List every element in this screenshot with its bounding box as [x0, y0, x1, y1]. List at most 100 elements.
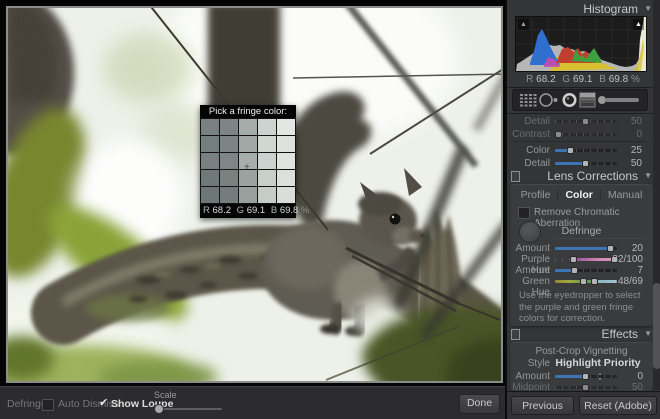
slider-row-detail-nr: Detail 50	[507, 158, 660, 168]
effects-panel-solo-icon[interactable]	[511, 329, 520, 340]
loupe-swatch[interactable]	[220, 136, 238, 152]
tab-profile[interactable]: Profile	[521, 189, 551, 201]
loupe-swatch[interactable]	[277, 153, 295, 169]
histogram-rgb-readout: R 68.2 G 69.1 B 69.8 %	[515, 74, 647, 85]
style-label: Style	[510, 358, 550, 369]
loupe-swatch[interactable]	[239, 119, 257, 135]
loupe-swatch[interactable]	[277, 187, 295, 203]
loupe-swatch[interactable]	[220, 187, 238, 203]
loupe-swatch[interactable]	[239, 170, 257, 186]
loupe-swatch[interactable]	[201, 153, 219, 169]
histogram-collapse-icon[interactable]: ▼	[644, 4, 652, 13]
previous-button[interactable]: Previous	[511, 396, 574, 415]
slider-knob[interactable]	[580, 278, 587, 285]
show-loupe-check-icon[interactable]: ✔	[99, 396, 108, 409]
tab-manual[interactable]: Manual	[608, 189, 642, 201]
loupe-swatch[interactable]	[258, 119, 276, 135]
tab-color[interactable]: Color	[565, 189, 592, 201]
panel-footer: Previous Reset (Adobe)	[507, 391, 660, 419]
slider-row-vignette-amount: Amount 0	[510, 371, 653, 381]
red-eye-icon[interactable]	[561, 92, 578, 108]
scale-slider-knob[interactable]	[154, 404, 164, 414]
defringe-label: Defringe	[510, 225, 653, 237]
slider-row-detail-sharpen: Detail 50	[507, 116, 660, 126]
slider-knob[interactable]	[607, 245, 614, 252]
slider-row-defringe-amount: Amount 20	[510, 243, 653, 253]
loupe-swatch[interactable]	[277, 119, 295, 135]
vignette-midpoint-slider[interactable]	[555, 386, 617, 389]
color-nr-slider[interactable]	[555, 149, 617, 152]
loupe-swatch[interactable]	[277, 136, 295, 152]
tool-strip	[512, 89, 648, 111]
loupe-rgb-readout: R 68.2 G 69.1 B 69.8 %	[200, 204, 296, 218]
loupe-swatch[interactable]	[220, 119, 238, 135]
detail-nr-slider[interactable]	[555, 162, 617, 165]
shadow-clipping-icon[interactable]: ▲	[518, 19, 529, 30]
loupe-swatch[interactable]	[220, 153, 238, 169]
loupe-swatch[interactable]	[201, 136, 219, 152]
scale-slider[interactable]	[156, 408, 222, 410]
slider-knob[interactable]	[582, 373, 589, 380]
reset-button[interactable]: Reset (Adobe)	[579, 396, 657, 415]
loupe-swatch[interactable]	[239, 136, 257, 152]
detail-sharpen-slider[interactable]	[555, 120, 617, 123]
post-crop-vignetting-label: Post-Crop Vignetting	[510, 346, 653, 357]
slider-row-green-hue: Green Hue 48/69	[510, 276, 653, 286]
loupe-swatch[interactable]	[277, 170, 295, 186]
lens-tabs: Profile Color Manual	[510, 188, 653, 201]
panel-scrollbar-thumb[interactable]	[653, 283, 660, 369]
contrast-slider[interactable]	[555, 133, 617, 136]
scale-label: Scale	[154, 390, 177, 400]
green-amount-slider[interactable]	[555, 269, 617, 272]
purple-hue-slider[interactable]	[555, 258, 617, 261]
effects-collapse-icon[interactable]: ▼	[644, 329, 652, 338]
defringe-help-text: Use the eyedropper to select the purple …	[519, 290, 647, 325]
highlight-clipping-icon[interactable]: ▲	[633, 19, 644, 30]
loupe-swatch[interactable]	[201, 170, 219, 186]
lens-corrections-header[interactable]: Lens Corrections	[547, 169, 638, 183]
slider-knob[interactable]	[567, 147, 574, 154]
adjustment-brush-icon[interactable]	[597, 93, 641, 107]
loupe-swatch[interactable]	[258, 187, 276, 203]
loupe-title: Pick a fringe color:	[200, 105, 296, 118]
slider-knob[interactable]	[555, 131, 562, 138]
defringe-toolbar: Defringe: Auto Dismiss ✔ Show Loupe Scal…	[0, 386, 505, 419]
slider-row-purple-hue: Purple Hue 32/100	[510, 254, 653, 264]
slider-row-contrast: Contrast 0	[507, 129, 660, 139]
loupe-swatch[interactable]	[258, 170, 276, 186]
lens-panel-solo-icon[interactable]	[511, 171, 520, 182]
histogram-chart[interactable]: ▲ ▲	[515, 16, 647, 72]
loupe-swatch[interactable]	[220, 170, 238, 186]
fringe-color-loupe[interactable]: Pick a fringe color:	[200, 105, 296, 218]
slider-row-green-amount: Amount 7	[510, 265, 653, 275]
effects-header[interactable]: Effects	[602, 327, 638, 341]
loupe-swatch[interactable]	[258, 153, 276, 169]
green-hue-slider[interactable]	[555, 280, 617, 283]
lens-collapse-icon[interactable]: ▼	[644, 171, 652, 180]
loupe-swatch[interactable]	[201, 119, 219, 135]
spot-removal-icon[interactable]	[538, 92, 559, 108]
auto-dismiss-checkbox[interactable]	[42, 399, 54, 411]
slider-knob[interactable]	[591, 278, 598, 285]
slider-knob[interactable]	[582, 118, 589, 125]
loupe-swatch[interactable]	[239, 187, 257, 203]
histogram-header[interactable]: Histogram	[583, 2, 638, 16]
slider-knob[interactable]	[571, 267, 578, 274]
done-button[interactable]: Done	[459, 394, 500, 414]
vignette-amount-slider[interactable]	[555, 375, 617, 378]
loupe-swatch[interactable]	[201, 187, 219, 203]
slider-knob[interactable]	[582, 160, 589, 167]
slider-knob[interactable]	[582, 384, 589, 391]
photo-canvas[interactable]: Pick a fringe color:	[6, 6, 503, 383]
loupe-swatch-center[interactable]	[239, 153, 257, 169]
lens-corrections-panel: Profile Color Manual Remove Chromatic Ab…	[510, 184, 653, 326]
slider-row-color-nr: Color 25	[507, 145, 660, 155]
graduated-filter-icon[interactable]	[579, 92, 596, 108]
defringe-amount-slider[interactable]	[555, 247, 617, 250]
slider-knob[interactable]	[570, 256, 577, 263]
crop-overlay-icon[interactable]	[519, 93, 537, 107]
loupe-swatch-grid[interactable]: +	[200, 118, 296, 204]
develop-right-panel: Histogram ▼ ▲ ▲ R 68.2 G 69.1 B 69.8 %	[505, 0, 660, 418]
remove-ca-checkbox[interactable]	[518, 207, 530, 219]
loupe-swatch[interactable]	[258, 136, 276, 152]
